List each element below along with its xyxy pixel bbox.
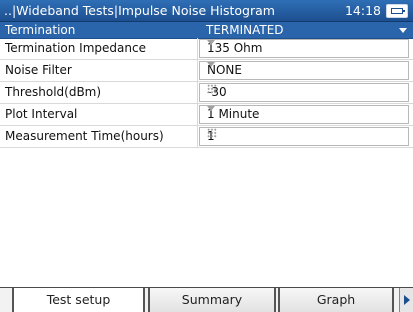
measurement-time-label: Measurement Time(hours)	[5, 126, 198, 147]
keypad-icon[interactable]	[207, 128, 217, 138]
threshold-label: Threshold(dBm)	[5, 82, 198, 103]
keypad-icon[interactable]	[207, 84, 217, 94]
chevron-down-icon[interactable]	[207, 62, 215, 67]
title-bar: ..|Wideband Tests|Impulse Noise Histogra…	[0, 0, 413, 22]
tab-graph[interactable]: Graph	[278, 288, 394, 312]
plot-interval-label: Plot Interval	[5, 104, 198, 125]
settings-row-plot-interval[interactable]: Plot Interval 1 Minute	[0, 104, 413, 126]
settings-row-noise-filter[interactable]: Noise Filter NONE	[0, 60, 413, 82]
settings-row-measurement-time[interactable]: Measurement Time(hours) 1	[0, 126, 413, 148]
chevron-down-icon[interactable]	[399, 28, 407, 33]
window-title: ..|Wideband Tests|Impulse Noise Histogra…	[4, 3, 275, 18]
settings-row-threshold[interactable]: Threshold(dBm) -30	[0, 82, 413, 104]
tab-bar: Test setup Summary Graph	[0, 287, 413, 312]
settings-row-termination-impedance[interactable]: Termination Impedance 135 Ohm	[0, 38, 413, 60]
battery-icon	[386, 4, 408, 18]
chevron-down-icon[interactable]	[207, 40, 215, 45]
threshold-field[interactable]: -30	[199, 83, 409, 102]
tab-scroll-right-icon[interactable]	[399, 288, 413, 312]
termination-impedance-value: 135 Ohm	[207, 41, 263, 55]
measurement-time-field[interactable]: 1	[199, 127, 409, 146]
noise-filter-dropdown[interactable]: NONE	[199, 61, 409, 80]
clock: 14:18	[344, 3, 381, 18]
termination-impedance-dropdown[interactable]: 135 Ohm	[199, 39, 409, 58]
chevron-down-icon[interactable]	[207, 106, 215, 111]
termination-row[interactable]: Termination TERMINATED	[0, 22, 413, 39]
termination-impedance-label: Termination Impedance	[5, 38, 198, 59]
tab-test-setup[interactable]: Test setup	[12, 288, 145, 312]
noise-filter-label: Noise Filter	[5, 60, 198, 81]
termination-label: Termination	[5, 23, 76, 37]
termination-value[interactable]: TERMINATED	[206, 22, 284, 38]
tab-summary[interactable]: Summary	[148, 288, 276, 312]
settings-list: Termination Impedance 135 Ohm Noise Filt…	[0, 38, 413, 148]
plot-interval-dropdown[interactable]: 1 Minute	[199, 105, 409, 124]
